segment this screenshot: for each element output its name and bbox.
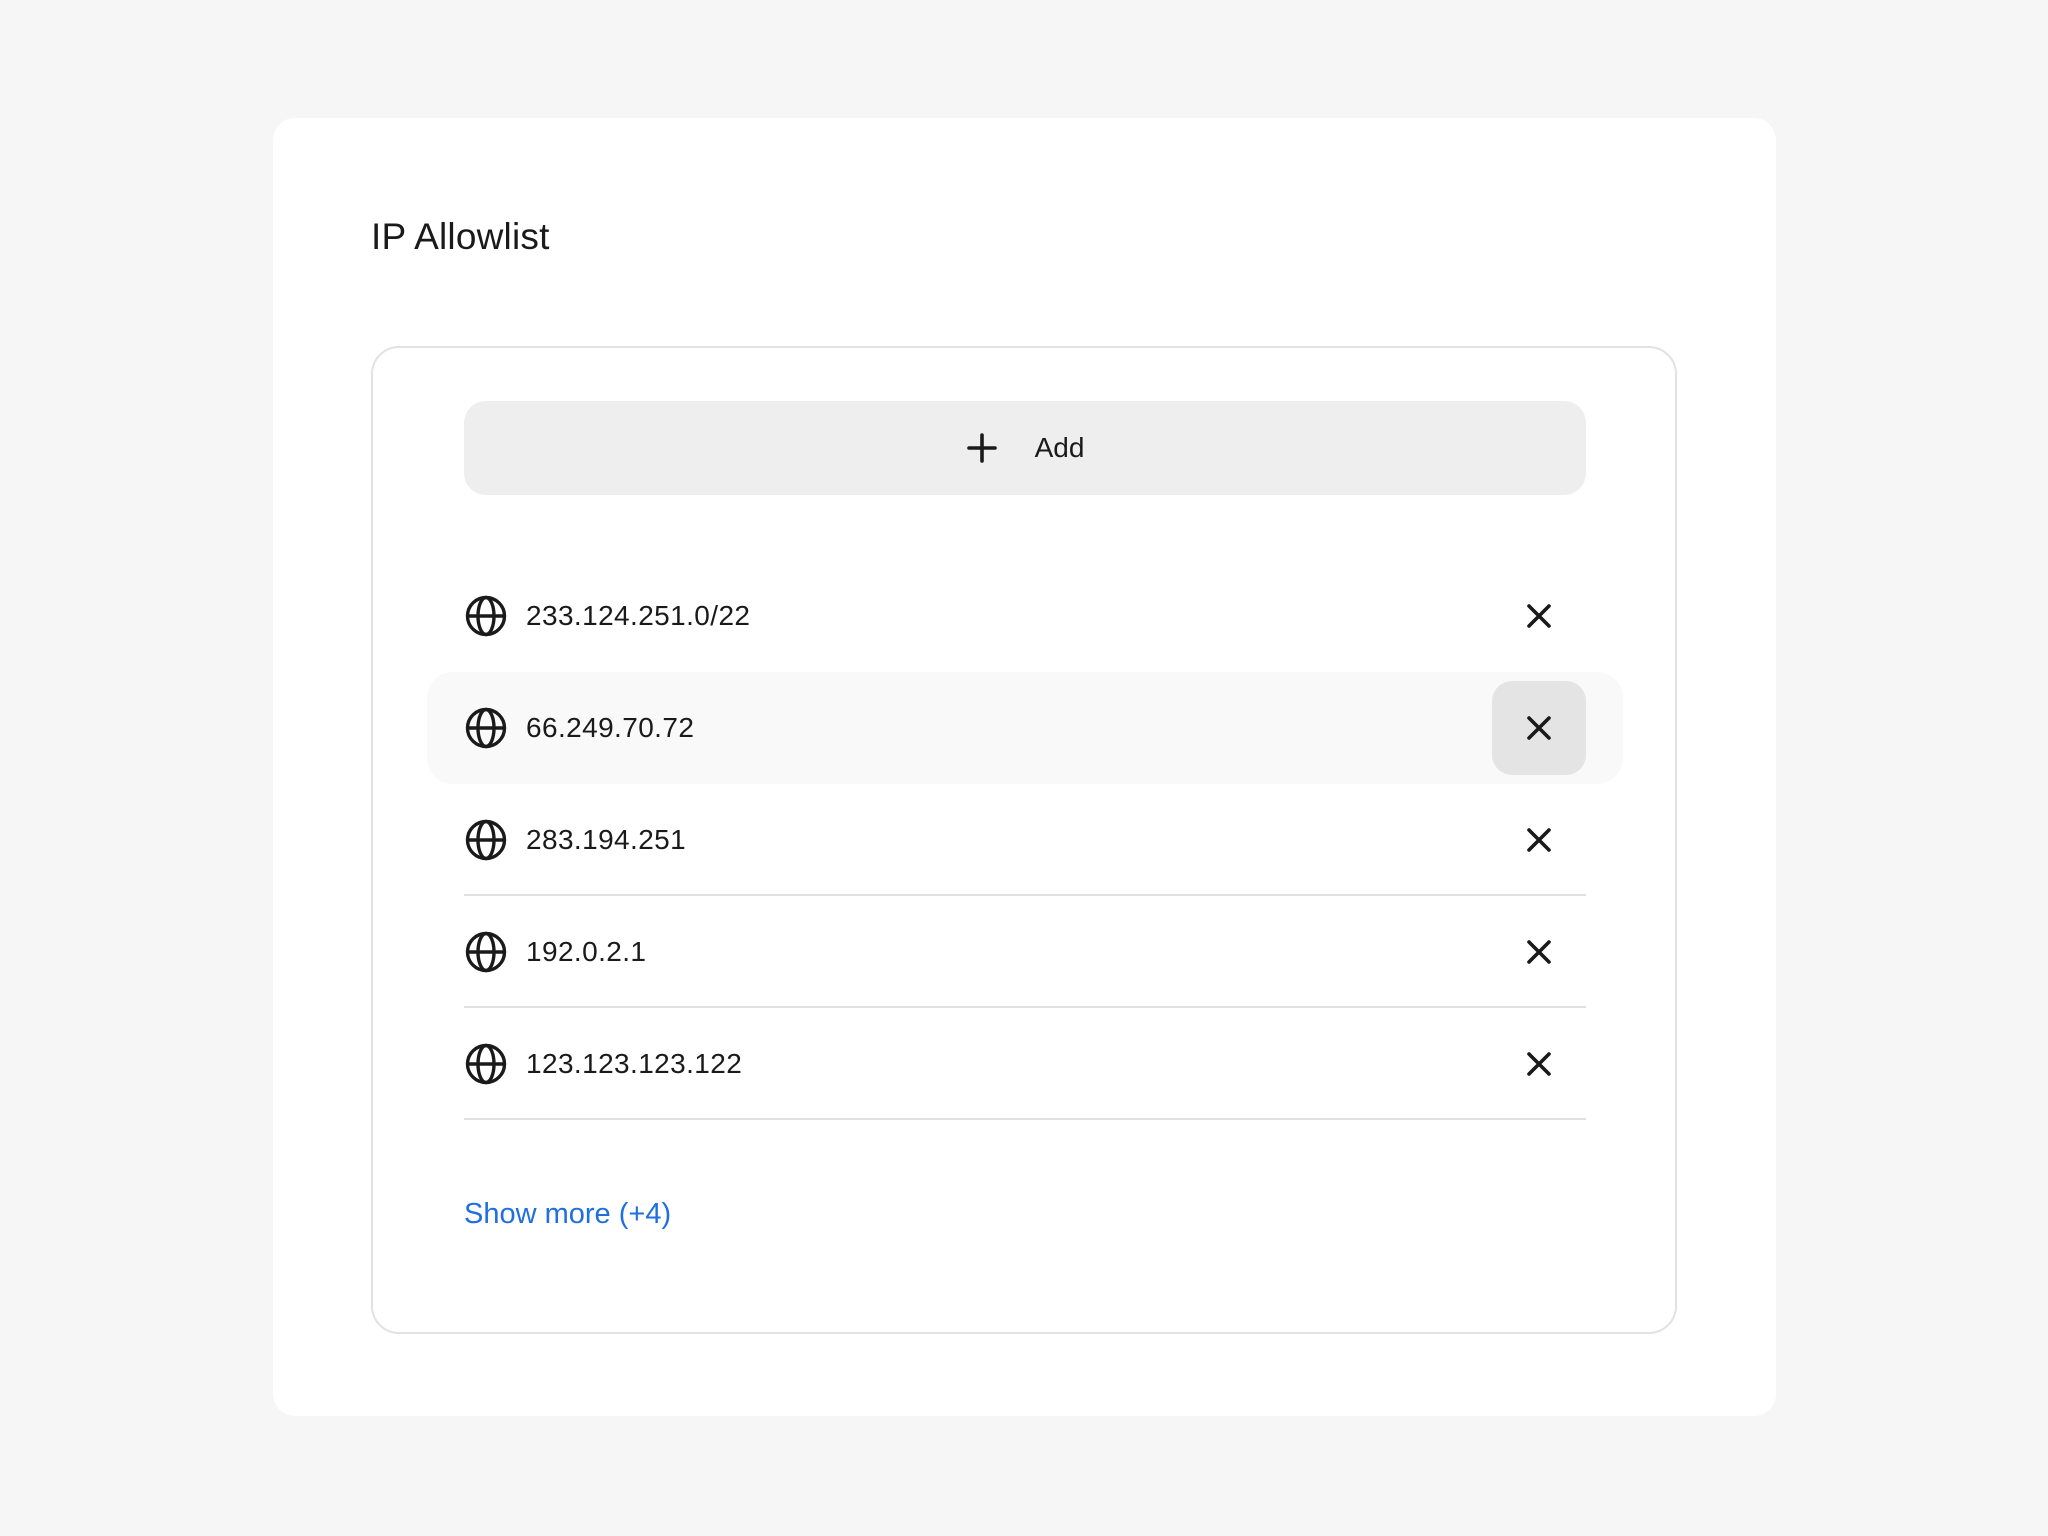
close-icon: [1527, 604, 1551, 628]
globe-icon: [465, 1043, 507, 1085]
globe-icon: [465, 931, 507, 973]
ip-address: 66.249.70.72: [526, 712, 695, 743]
close-icon: [1527, 828, 1551, 852]
close-icon: [1527, 716, 1551, 740]
remove-ip-button[interactable]: [1492, 1017, 1586, 1111]
close-icon: [1527, 940, 1551, 964]
plus-icon: [966, 433, 997, 463]
remove-ip-button[interactable]: [1492, 793, 1586, 887]
ip-address: 123.123.123.122: [526, 1048, 743, 1079]
ip-list-item: 192.0.2.1: [464, 896, 1586, 1008]
ip-allowlist-card: IP Allowlist Add 233.124.251.0/22 66.249…: [273, 118, 1776, 1416]
globe-icon: [465, 595, 507, 637]
add-button-label: Add: [1034, 432, 1085, 463]
show-more-link[interactable]: Show more (+4): [464, 1198, 671, 1231]
globe-icon: [465, 707, 507, 749]
globe-icon: [465, 819, 507, 861]
ip-list-item: 123.123.123.122: [464, 1008, 1586, 1120]
allowlist-panel: Add 233.124.251.0/22 66.249.70.72 283.19…: [371, 346, 1677, 1334]
remove-ip-button[interactable]: [1492, 569, 1586, 663]
remove-ip-button[interactable]: [1492, 905, 1586, 999]
ip-list-item: 233.124.251.0/22: [464, 560, 1586, 672]
ip-address: 192.0.2.1: [526, 936, 647, 967]
ip-list-item: 283.194.251: [464, 784, 1586, 896]
page-title: IP Allowlist: [371, 216, 550, 257]
add-ip-button[interactable]: Add: [464, 401, 1586, 495]
ip-list-item: 66.249.70.72: [427, 672, 1623, 784]
ip-list: 233.124.251.0/22 66.249.70.72 283.194.25…: [427, 560, 1623, 1120]
remove-ip-button[interactable]: [1492, 681, 1586, 775]
close-icon: [1527, 1052, 1551, 1076]
ip-address: 283.194.251: [526, 824, 687, 855]
ip-address: 233.124.251.0/22: [526, 600, 751, 631]
